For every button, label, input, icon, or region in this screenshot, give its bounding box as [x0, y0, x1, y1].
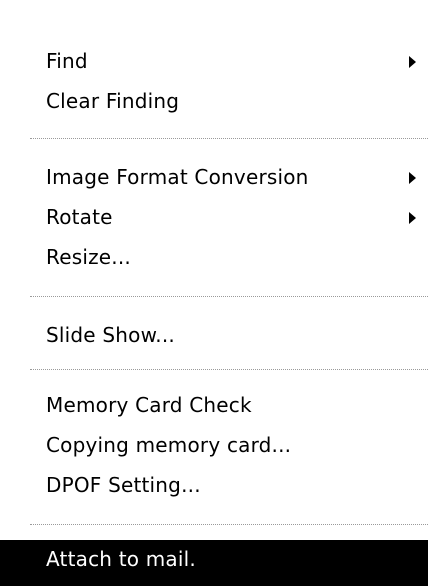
menu-item-label: Find: [46, 49, 88, 73]
menu-item-label: Memory Card Check: [46, 393, 252, 417]
menu-item-resize[interactable]: Resize...: [0, 240, 428, 276]
menu-item-label: Copying memory card...: [46, 433, 292, 457]
menu-item-dpof-setting[interactable]: DPOF Setting...: [0, 468, 428, 504]
menu-item-image-format-conversion[interactable]: Image Format Conversion: [0, 160, 428, 196]
menu-item-find[interactable]: Find: [0, 44, 428, 80]
menu-separator: [30, 369, 428, 370]
menu-item-label: Attach to mail.: [46, 547, 196, 571]
menu-separator: [30, 296, 428, 297]
submenu-arrow-icon: [409, 56, 416, 68]
submenu-arrow-icon: [409, 172, 416, 184]
menu-item-label: DPOF Setting...: [46, 473, 201, 497]
menu-item-clear-finding[interactable]: Clear Finding: [0, 84, 428, 120]
menu-item-rotate[interactable]: Rotate: [0, 200, 428, 236]
menu-item-label: Image Format Conversion: [46, 165, 309, 189]
menu-separator: [30, 524, 428, 525]
menu-item-slide-show[interactable]: Slide Show...: [0, 318, 428, 354]
menu-separator: [30, 138, 428, 139]
menu-item-label: Rotate: [46, 205, 113, 229]
menu-item-attach-to-mail[interactable]: Attach to mail.: [0, 540, 428, 586]
context-menu: Find Clear Finding Image Format Conversi…: [0, 0, 428, 586]
menu-item-memory-card-check[interactable]: Memory Card Check: [0, 388, 428, 424]
menu-item-label: Resize...: [46, 245, 131, 269]
submenu-arrow-icon: [409, 212, 416, 224]
menu-item-copying-memory-card[interactable]: Copying memory card...: [0, 428, 428, 464]
menu-item-label: Clear Finding: [46, 89, 180, 113]
menu-item-label: Slide Show...: [46, 323, 175, 347]
